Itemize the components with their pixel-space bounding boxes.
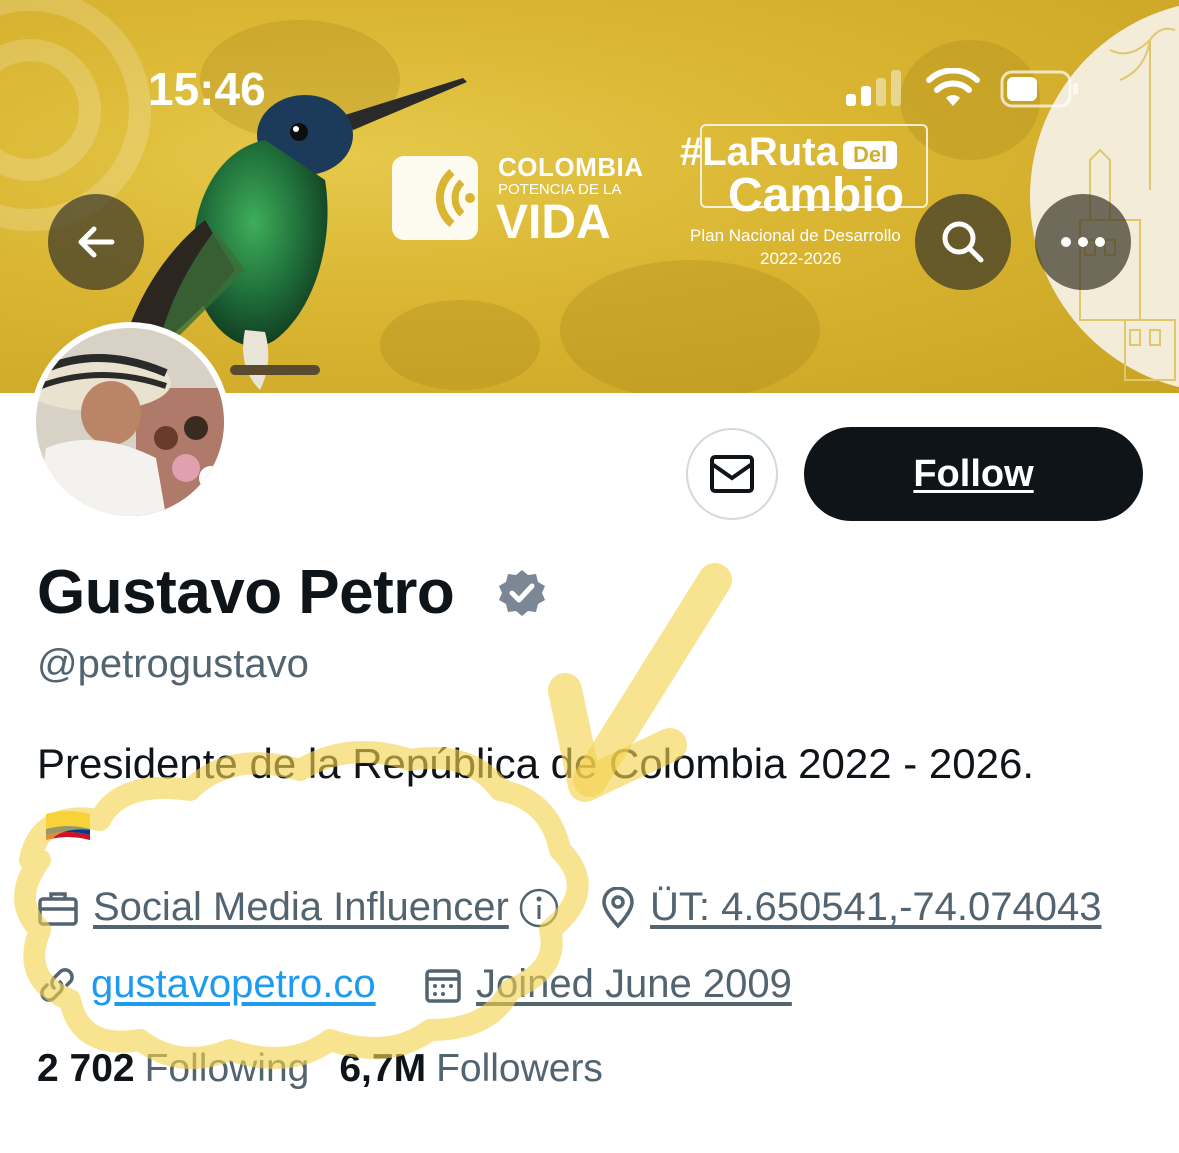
banner-del-text: Del [843,141,898,169]
cellular-signal-icon [846,70,901,106]
follow-stats: 2 702 Following 6,7M Followers [37,1047,603,1091]
search-button[interactable] [915,194,1011,290]
followers-label: Followers [436,1047,603,1090]
following-label: Following [144,1047,310,1090]
banner-cambio-text: Cambio [728,169,905,222]
profile-joined: Joined June 2009 [424,962,792,1007]
back-button[interactable] [48,194,144,290]
follow-button[interactable]: Follow [804,427,1143,521]
back-arrow-icon [78,226,115,258]
more-options-button[interactable] [1035,194,1131,290]
profile-avatar[interactable] [30,322,230,522]
profile-name: Gustavo Petro [37,558,455,627]
calendar-icon [425,968,461,1003]
colombia-flag-icon [46,811,90,840]
status-time: 15:46 [148,63,266,115]
joined-label: Joined June 2009 [476,962,792,1006]
category-label[interactable]: Social Media Influencer [93,885,509,930]
banner-vida-text: VIDA [496,196,611,249]
battery-icon [1000,70,1078,108]
profile-bio: Presidente de la República de Colombia 2… [37,740,1034,787]
banner-colombia-text: COLOMBIA [498,152,644,182]
more-icon [1061,237,1105,247]
link-icon [40,967,74,1002]
profile-handle: @petrogustavo [37,642,309,686]
location-pin-icon [602,886,634,929]
banner-plan-text: Plan Nacional de Desarrollo [690,226,901,245]
following-count: 2 702 [37,1047,135,1090]
profile-category[interactable]: Social Media Influencer [37,885,561,930]
location-label[interactable]: ÜT: 4.650541,-74.074043 [650,885,1101,930]
wifi-icon [926,68,980,106]
info-icon[interactable] [517,886,561,930]
followers-count: 6,7M [339,1047,427,1090]
message-button[interactable] [686,428,778,520]
verified-badge-icon[interactable] [497,568,547,618]
profile-website[interactable]: gustavopetro.co [37,962,376,1007]
profile-location[interactable]: ÜT: 4.650541,-74.074043 [600,885,1101,930]
website-link[interactable]: gustavopetro.co [91,962,376,1007]
avatar-photo [36,328,224,516]
following-stat[interactable]: 2 702 Following [37,1047,309,1091]
briefcase-icon [38,891,78,926]
mail-icon [710,455,754,493]
followers-stat[interactable]: 6,7M Followers [339,1047,603,1091]
banner-years-text: 2022-2026 [760,249,842,268]
search-icon [942,221,984,263]
